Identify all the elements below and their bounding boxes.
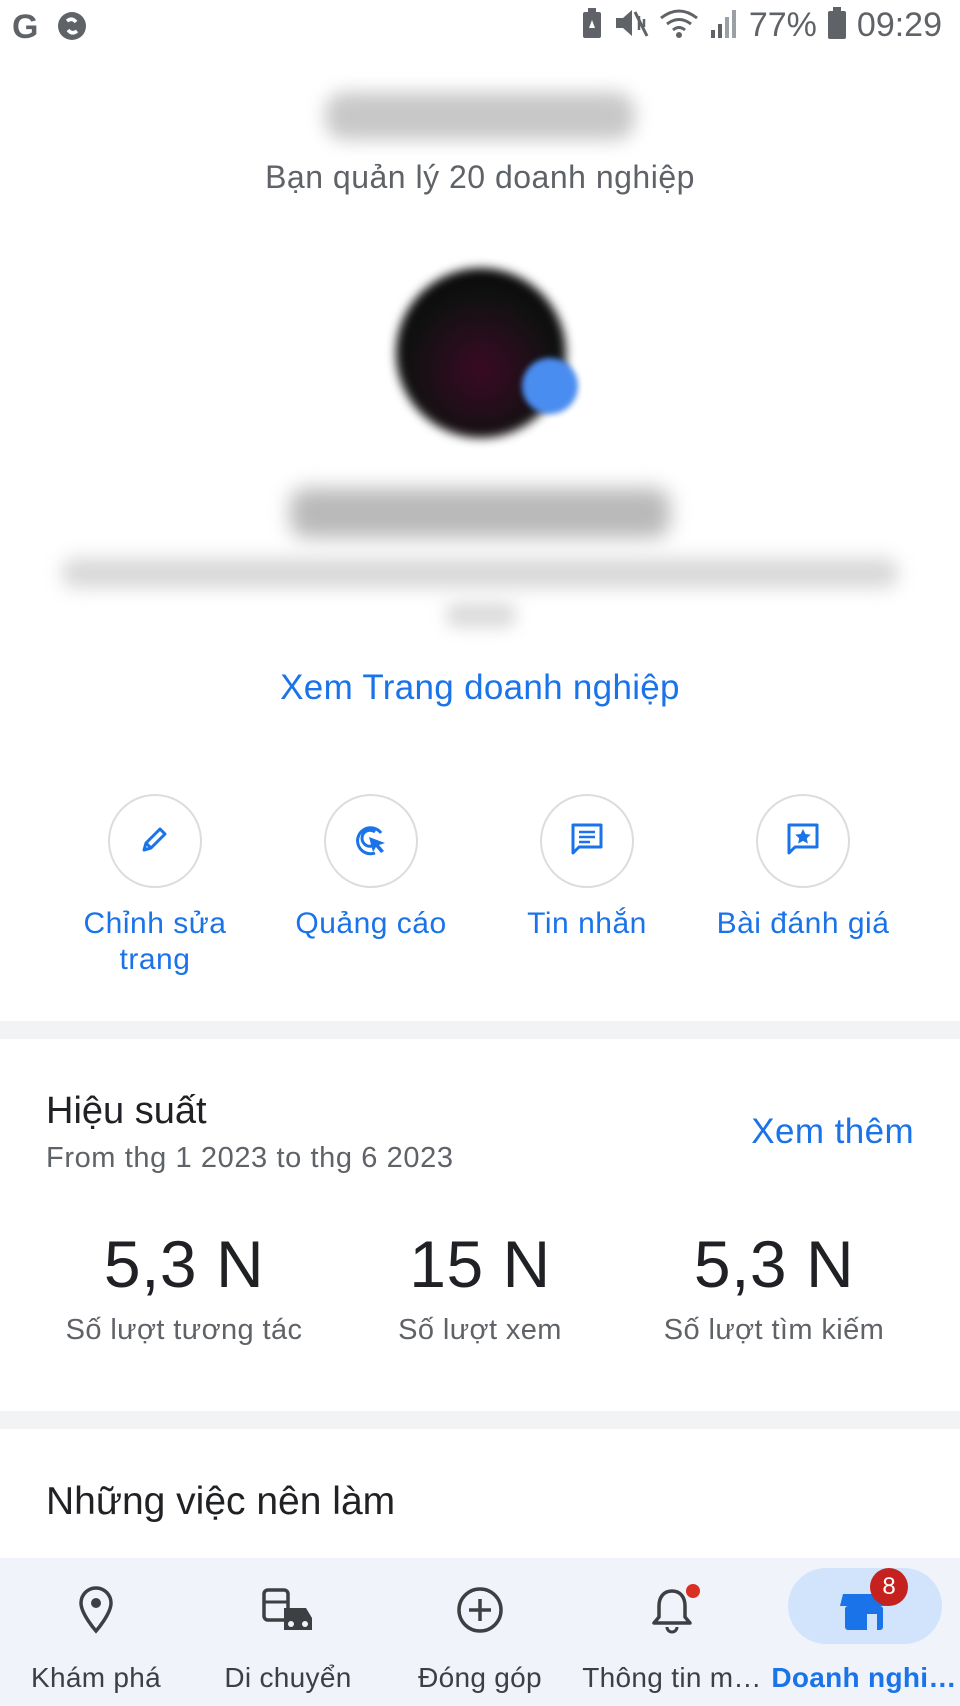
ads-target-icon (351, 819, 391, 864)
pencil-icon (137, 821, 173, 862)
stat-label: Số lượt tương tác (65, 1314, 303, 1346)
business-address-redacted-2 (446, 602, 516, 628)
shazam-icon (56, 8, 88, 49)
clock: 09:29 (856, 6, 942, 44)
nav-label: Khám phá (30, 1662, 162, 1693)
message-icon (568, 820, 606, 863)
section-divider (0, 1411, 960, 1429)
messages-button[interactable]: Tin nhắn (487, 794, 687, 942)
todo-section-title: Những việc nên làm (46, 1480, 396, 1523)
stat-searches: 5,3 N Số lượt tìm kiếm (614, 1226, 934, 1347)
stat-value: 5,3 N (103, 1227, 265, 1301)
reviews-label: Bài đánh giá (716, 907, 890, 940)
battery-percent: 77% (748, 6, 817, 44)
bottom-navigation: Khám phá Di chuyển Đóng góp Thông tin m… (0, 1558, 960, 1706)
nav-label: Di chuyển (224, 1662, 352, 1693)
stat-views: 15 N Số lượt xem (320, 1226, 640, 1347)
nav-updates[interactable]: Thông tin m… (576, 1558, 768, 1706)
edit-page-button[interactable]: Chỉnh sửa trang (55, 794, 255, 978)
commute-icon (260, 1586, 316, 1639)
battery-icon (827, 6, 847, 45)
performance-title: Hiệu suất (46, 1090, 207, 1132)
ads-label: Quảng cáo (295, 907, 447, 940)
notification-dot (686, 1584, 700, 1598)
nav-contribute[interactable]: Đóng góp (384, 1558, 576, 1706)
see-more-link[interactable]: Xem thêm (751, 1112, 914, 1152)
battery-saver-icon (581, 6, 603, 45)
view-business-page-link[interactable]: Xem Trang doanh nghiệp (0, 668, 960, 708)
performance-date-range: From thg 1 2023 to thg 6 2023 (46, 1142, 454, 1174)
business-avatar (396, 268, 578, 438)
location-pin-icon (76, 1585, 116, 1640)
ads-button[interactable]: Quảng cáo (271, 794, 471, 942)
nav-business[interactable]: 8 Doanh nghi… (768, 1558, 960, 1706)
business-address-redacted (62, 558, 898, 588)
google-g-icon: G (12, 8, 42, 49)
stat-label: Số lượt tìm kiếm (663, 1314, 885, 1346)
nav-label: Đóng góp (418, 1662, 542, 1693)
business-name-redacted (290, 488, 670, 538)
wifi-icon (659, 6, 699, 45)
signal-icon (709, 6, 739, 45)
reviews-button[interactable]: Bài đánh giá (703, 794, 903, 942)
add-circle-icon (455, 1585, 505, 1640)
stat-value: 15 N (409, 1227, 551, 1301)
section-divider (0, 1021, 960, 1039)
edit-page-label: Chỉnh sửa trang (83, 907, 227, 976)
account-switcher[interactable] (325, 92, 635, 140)
mute-vibrate-icon (613, 6, 649, 45)
nav-label: Thông tin m… (582, 1662, 762, 1693)
notification-count-badge: 8 (870, 1568, 908, 1606)
stat-label: Số lượt xem (398, 1314, 562, 1346)
stat-value: 5,3 N (693, 1227, 855, 1301)
verified-badge-icon (522, 358, 578, 414)
svg-text:G: G (12, 8, 38, 44)
managed-businesses-text: Bạn quản lý 20 doanh nghiệp (265, 159, 695, 195)
stat-interactions: 5,3 N Số lượt tương tác (24, 1226, 344, 1347)
review-star-icon (784, 820, 822, 863)
nav-commute[interactable]: Di chuyển (192, 1558, 384, 1706)
status-bar: G 77% 09:29 (0, 0, 960, 58)
nav-explore[interactable]: Khám phá (0, 1558, 192, 1706)
messages-label: Tin nhắn (527, 907, 647, 940)
account-header: Bạn quản lý 20 doanh nghiệp (0, 92, 960, 196)
nav-label: Doanh nghi… (771, 1662, 957, 1693)
quick-actions: Chỉnh sửa trang Quảng cáo Tin nhắn Bài đ… (0, 794, 960, 984)
